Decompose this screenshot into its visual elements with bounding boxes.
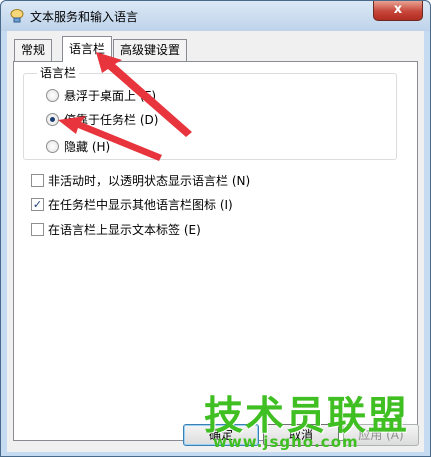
close-button[interactable]: x xyxy=(373,1,423,21)
radio-label: 停靠于任务栏 (D) xyxy=(64,113,159,127)
tab-advanced-key-settings[interactable]: 高级键设置 xyxy=(113,39,188,61)
group-label: 语言栏 xyxy=(37,64,80,81)
checkbox-show-additional-icons[interactable]: ✓ 在任务栏中显示其他语言栏图标 (I) xyxy=(31,196,233,213)
window-title: 文本服务和输入语言 xyxy=(30,10,139,24)
checkbox[interactable] xyxy=(31,223,44,236)
checkbox-transparent-when-inactive[interactable]: 非活动时，以透明状态显示语言栏 (N) xyxy=(31,172,250,189)
checkbox-label: 在语言栏上显示文本标签 (E) xyxy=(48,223,201,237)
checkbox-label: 在任务栏中显示其他语言栏图标 (I) xyxy=(48,198,233,212)
input-language-icon xyxy=(10,9,24,23)
tab-language-bar[interactable]: 语言栏 xyxy=(62,36,113,62)
radio-button[interactable] xyxy=(46,140,59,153)
radio-dock-in-taskbar[interactable]: 停靠于任务栏 (D) xyxy=(46,111,158,128)
close-icon: x xyxy=(393,2,403,17)
radio-hidden[interactable]: 隐藏 (H) xyxy=(46,138,110,155)
checkbox[interactable] xyxy=(31,174,44,187)
tab-general[interactable]: 常规 xyxy=(14,39,53,61)
checkmark-icon[interactable]: ✓ xyxy=(31,198,44,211)
radio-button[interactable] xyxy=(46,89,59,102)
radio-float-on-desktop[interactable]: 悬浮于桌面上 (F) xyxy=(46,87,156,104)
title-bar[interactable]: 文本服务和输入语言 x xyxy=(1,1,430,31)
checkbox-show-text-labels[interactable]: 在语言栏上显示文本标签 (E) xyxy=(31,221,201,238)
watermark-url: www.jsgho.com xyxy=(213,433,359,451)
radio-button-selected[interactable] xyxy=(46,113,59,126)
radio-label: 隐藏 (H) xyxy=(64,140,111,154)
radio-label: 悬浮于桌面上 (F) xyxy=(64,89,157,103)
checkbox-label: 非活动时，以透明状态显示语言栏 (N) xyxy=(48,174,251,188)
